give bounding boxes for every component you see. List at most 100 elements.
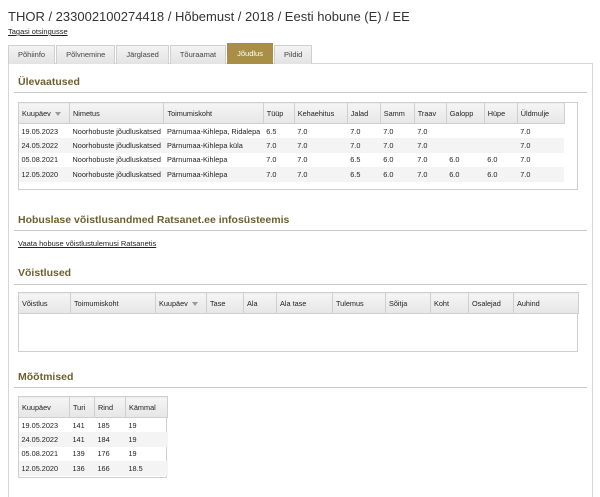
column-header-rind[interactable]: Rind: [94, 396, 126, 418]
table-cell: 6.0: [449, 155, 460, 165]
ratsanet-results-link[interactable]: Vaata hobuse võistlustulemusi Ratsanetis: [18, 239, 156, 248]
table-cell: 24.05.2022: [18, 138, 70, 153]
tab-polvnemine[interactable]: Põlvnemine: [56, 45, 116, 64]
tab-pildid[interactable]: Pildid: [273, 45, 313, 64]
table-cell: 7.0: [297, 126, 308, 136]
tab-bar: Põhiinfo Põlvnemine Järglased Tõuraamat …: [8, 43, 313, 64]
column-header-hupe[interactable]: Hüpe: [483, 102, 518, 124]
tab-touraamat[interactable]: Tõuraamat: [169, 45, 227, 64]
table-cell: 12.05.2020: [18, 461, 70, 476]
competitions-table: Võistlus Toimumiskoht Kuupäev Tase Ala A…: [18, 292, 579, 314]
table-cell: 19: [125, 432, 168, 447]
table-cell: 7.0: [350, 126, 361, 136]
column-header-tulemus[interactable]: Tulemus: [332, 292, 386, 314]
table-cell: 7.0: [417, 155, 428, 165]
table-cell: Pärnumaa-Kihlepa, Ridalepa: [166, 126, 261, 136]
table-cell: 6.0: [380, 167, 415, 182]
table-cell: 19.05.2023: [21, 126, 59, 136]
column-header-nimetus[interactable]: Nimetus: [68, 102, 165, 124]
column-header-osalejad[interactable]: Osalejad: [468, 292, 514, 314]
column-header-jalad[interactable]: Jalad: [346, 102, 381, 124]
column-header-kehaehitus[interactable]: Kehaehitus: [293, 102, 348, 124]
column-header-tase[interactable]: Tase: [206, 292, 244, 314]
column-header-voistlus[interactable]: Võistlus: [18, 292, 71, 314]
table-cell: 184: [94, 432, 126, 447]
table-row: 19.05.2023 Noorhobuste jõudluskatsed Pär…: [19, 124, 565, 139]
table-cell: 176: [97, 449, 110, 459]
table-row: 12.05.2020 136 166 18.5: [18, 461, 168, 476]
overview-table: Kuupäev Nimetus Toimumiskoht Tüüp Kehaeh…: [18, 102, 565, 182]
measurements-divider: [14, 387, 587, 388]
table-cell: 7.0: [380, 138, 415, 153]
table-cell: 7.0: [520, 155, 531, 165]
table-cell: Noorhobuste jõudluskatsed: [69, 138, 164, 153]
table-cell: 05.08.2021: [21, 155, 59, 165]
tab-joudlus[interactable]: Jõudlus: [227, 43, 273, 64]
column-header-koht[interactable]: Koht: [430, 292, 469, 314]
column-header-samm[interactable]: Samm: [379, 102, 415, 124]
column-header-ala-tase[interactable]: Ala tase: [276, 292, 333, 314]
table-cell: 12.05.2020: [18, 167, 70, 182]
competitions-section-title: Võistlused: [18, 267, 72, 279]
table-cell: [484, 138, 518, 153]
column-header-turi[interactable]: Turi: [69, 396, 95, 418]
table-cell: 6.5: [347, 167, 381, 182]
measurements-table: Kuupäev Turi Rind Kämmal 19.05.2023 141 …: [18, 396, 168, 476]
column-header-kuupaev[interactable]: Kuupäev: [155, 292, 207, 314]
tab-jarglased[interactable]: Järglased: [116, 45, 169, 64]
tab-pohiinfo[interactable]: Põhiinfo: [8, 45, 56, 64]
table-cell: 166: [94, 461, 126, 476]
table-row: 24.05.2022 141 184 19: [18, 432, 168, 447]
table-cell: 7.0: [417, 126, 428, 136]
column-header-galopp[interactable]: Galopp: [445, 102, 485, 124]
table-row: 05.08.2021 Noorhobuste jõudluskatsed Pär…: [19, 153, 565, 168]
table-cell: 19: [128, 449, 137, 459]
table-cell: Noorhobuste jõudluskatsed: [72, 126, 161, 136]
column-header-toimumiskoht[interactable]: Toimumiskoht: [163, 102, 264, 124]
table-row: 05.08.2021 139 176 19: [19, 447, 168, 462]
column-header-ala[interactable]: Ala: [243, 292, 277, 314]
table-cell: 7.0: [414, 167, 447, 182]
table-cell: 19: [128, 420, 137, 430]
table-cell: 7.0: [347, 138, 381, 153]
table-cell: 6.0: [446, 167, 485, 182]
column-header-kuupaev[interactable]: Kuupäev: [18, 396, 70, 418]
column-header-kuupaev[interactable]: Kuupäev: [18, 102, 70, 124]
table-cell: 185: [97, 420, 110, 430]
table-cell: Noorhobuste jõudluskatsed: [69, 167, 164, 182]
back-to-search-link[interactable]: Tagasi otsingusse: [8, 27, 68, 36]
measurements-header-row: Kuupäev Turi Rind Kämmal: [18, 396, 168, 418]
table-cell: Noorhobuste jõudluskatsed: [72, 155, 161, 165]
sort-arrow-icon: [54, 111, 61, 116]
table-cell: 7.0: [294, 167, 348, 182]
table-cell: 7.0: [517, 138, 565, 153]
table-cell: Pärnumaa-Kihlepa: [166, 155, 228, 165]
ratsanet-divider: [14, 230, 587, 231]
table-cell: [446, 138, 485, 153]
table-cell: 6.0: [383, 155, 394, 165]
table-cell: 7.0: [297, 155, 308, 165]
table-cell: 7.0: [520, 126, 531, 136]
column-header-uldmulje[interactable]: Üldmulje: [516, 102, 565, 124]
column-header-soitja[interactable]: Sõitja: [385, 292, 431, 314]
column-header-traav[interactable]: Traav: [413, 102, 447, 124]
table-cell: 7.0: [517, 167, 565, 182]
sort-arrow-icon: [191, 301, 198, 306]
table-cell: 7.0: [263, 167, 295, 182]
column-header-auhind[interactable]: Auhind: [513, 292, 579, 314]
table-cell: 05.08.2021: [21, 449, 59, 459]
competitions-divider: [14, 284, 587, 285]
column-header-tuup[interactable]: Tüüp: [262, 102, 295, 124]
table-cell: 7.0: [294, 138, 348, 153]
table-cell: 18.5: [125, 461, 168, 476]
overview-header-row: Kuupäev Nimetus Toimumiskoht Tüüp Kehaeh…: [18, 102, 565, 124]
overview-divider: [14, 92, 587, 93]
table-cell: 139: [72, 449, 85, 459]
table-cell: 19.05.2023: [21, 420, 59, 430]
table-cell: Pärnumaa-Kihlepa küla: [163, 138, 264, 153]
column-header-kammal[interactable]: Kämmal: [125, 396, 168, 418]
table-cell: 141: [69, 432, 95, 447]
column-header-toimumiskoht[interactable]: Toimumiskoht: [70, 292, 156, 314]
ratsanet-section-title: Hobuslase võistlusandmed Ratsanet.ee inf…: [18, 214, 290, 226]
table-cell: 24.05.2022: [18, 432, 70, 447]
